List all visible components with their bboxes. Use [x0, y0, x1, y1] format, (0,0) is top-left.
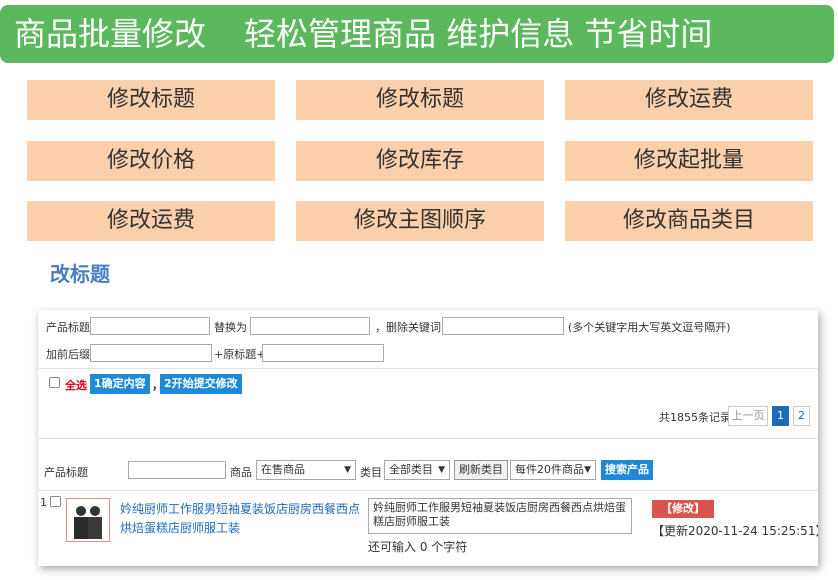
feature-edit-category[interactable]: 修改商品类目: [565, 201, 813, 241]
page-2-button[interactable]: 2: [793, 406, 810, 426]
refresh-category-button[interactable]: 刷新类目: [454, 460, 508, 480]
screenshot-panel: 产品标题 替换为 ， 删除关键词 (多个关键字用大写英文逗号隔开) 加前后缀 +…: [38, 310, 818, 566]
feature-edit-image-order[interactable]: 修改主图顺序: [296, 201, 544, 241]
remaining-chars: 还可输入 0 个字符: [368, 540, 468, 554]
comma-sep: ，: [375, 321, 386, 334]
section-title: 改标题: [50, 262, 110, 286]
divider: [38, 490, 818, 491]
search-products-button[interactable]: 搜索产品: [601, 460, 653, 480]
filter-title-input[interactable]: [128, 461, 226, 479]
top-banner: 商品批量修改 轻松管理商品 维护信息 节省时间: [0, 5, 834, 63]
product-label: 商品: [230, 466, 252, 479]
select-all-checkbox[interactable]: [49, 377, 60, 388]
filter-title-label: 产品标题: [44, 466, 88, 479]
confirm-content-button[interactable]: 1确定内容: [90, 374, 150, 394]
feature-edit-title-2[interactable]: 修改标题: [296, 80, 544, 120]
delete-hint: (多个关键字用大写英文逗号隔开): [568, 321, 731, 334]
status-select[interactable]: 在售商品 ▼: [256, 460, 356, 480]
suffix-input[interactable]: [262, 344, 384, 362]
prev-page-button[interactable]: 上一页: [728, 406, 768, 426]
select-all-label[interactable]: 全选: [65, 377, 87, 393]
category-label: 类目: [360, 466, 382, 479]
page-1-button[interactable]: 1: [772, 406, 789, 426]
product-thumbnail[interactable]: [66, 498, 110, 542]
per-page-select-value: 每件20件商品: [515, 463, 584, 476]
orig-title-label: +原标题+: [214, 348, 266, 361]
chevron-down-icon: ▼: [438, 465, 445, 475]
title-input[interactable]: [90, 317, 210, 335]
title-label: 产品标题: [46, 321, 90, 334]
product-title-link[interactable]: 妗纯厨师工作服男短袖夏装饭店厨房西餐西点烘焙蛋糕店厨师服工装: [120, 500, 360, 538]
per-page-select[interactable]: 每件20件商品 ▼: [510, 460, 596, 480]
feature-edit-title[interactable]: 修改标题: [27, 80, 275, 120]
feature-edit-price[interactable]: 修改价格: [27, 141, 275, 181]
prefix-label: 加前后缀: [46, 348, 90, 361]
replace-label: 替换为: [214, 321, 247, 334]
banner-subtitle: 轻松管理商品 维护信息 节省时间: [244, 15, 713, 53]
total-records: 共1855条记录: [659, 411, 731, 424]
row-index: 1: [40, 496, 47, 509]
divider: [38, 368, 818, 369]
feature-edit-moq[interactable]: 修改起批量: [565, 141, 813, 181]
submit-changes-button[interactable]: 2开始提交修改: [160, 374, 242, 394]
category-select-value: 全部类目: [389, 463, 433, 476]
chevron-down-icon: ▼: [344, 465, 351, 475]
row-checkbox[interactable]: [50, 496, 61, 507]
chef-image-icon: [74, 506, 102, 539]
chevron-down-icon: ▼: [584, 465, 591, 475]
status-select-value: 在售商品: [261, 463, 305, 476]
updated-timestamp: 【更新2020-11-24 15:25:51】: [652, 524, 818, 538]
feature-edit-stock[interactable]: 修改库存: [296, 141, 544, 181]
feature-edit-shipping[interactable]: 修改运费: [565, 80, 813, 120]
delete-keyword-label: 删除关键词: [386, 321, 441, 334]
category-select[interactable]: 全部类目 ▼: [384, 460, 450, 480]
delete-keyword-input[interactable]: [442, 317, 564, 335]
banner-title: 商品批量修改: [14, 15, 207, 53]
prefix-input[interactable]: [90, 344, 212, 362]
replace-input[interactable]: [250, 317, 370, 335]
divider: [38, 438, 818, 439]
modify-button[interactable]: 【修改】: [652, 500, 714, 518]
feature-edit-shipping-2[interactable]: 修改运费: [27, 201, 275, 241]
title-edit-textarea[interactable]: 妗纯厨师工作服男短袖夏装饭店厨房西餐西点烘焙蛋糕店厨师服工装: [368, 498, 632, 534]
